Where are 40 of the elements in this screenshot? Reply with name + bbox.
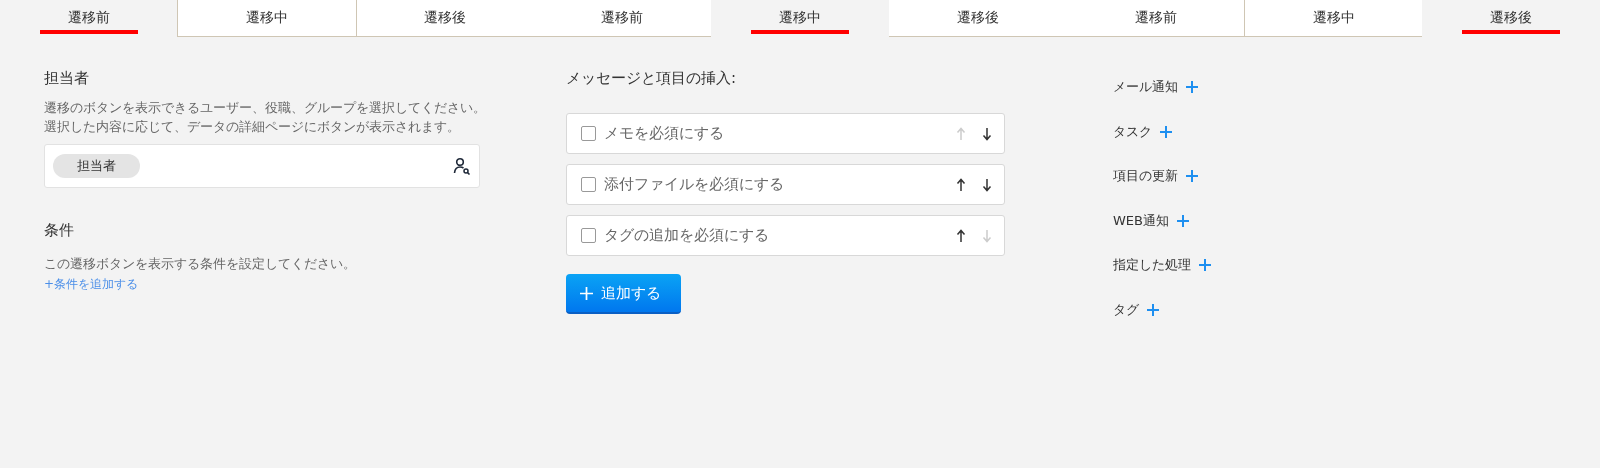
down-arrow-icon[interactable] <box>982 177 992 192</box>
tab[interactable]: 遷移前 <box>533 0 712 37</box>
tab[interactable]: 遷移後 <box>355 0 534 37</box>
description: 遷移のボタンを表示できるユーザー、役職、グループを選択してください。選択した内容に応じて、データの詳細ページにボタンが表示されます。 <box>44 99 487 136</box>
action-label: 項目の更新 <box>1113 167 1178 186</box>
tab[interactable]: 遷移前 <box>0 0 178 37</box>
section-title: 担当者 <box>44 69 90 88</box>
up-arrow-icon[interactable] <box>956 228 966 243</box>
action-label: タスク <box>1113 122 1152 141</box>
option-label: メモを必須にする <box>604 124 725 143</box>
tab[interactable]: 遷移中 <box>1244 0 1423 37</box>
checkbox[interactable] <box>581 126 596 141</box>
tab[interactable]: 遷移後 <box>888 0 1067 37</box>
section-title: 条件 <box>44 221 75 240</box>
checkbox[interactable] <box>581 228 596 243</box>
action-label: 指定した処理 <box>1113 256 1191 275</box>
tab[interactable]: 遷移前 <box>1066 0 1245 37</box>
plus-icon <box>580 286 593 300</box>
add-icon[interactable] <box>1186 170 1198 183</box>
option-label: 添付ファイルを必須にする <box>604 175 785 194</box>
assignee-chip[interactable]: 担当者 <box>53 154 140 178</box>
action-label: WEB通知 <box>1113 211 1169 230</box>
add-icon[interactable] <box>1147 303 1159 316</box>
description: この遷移ボタンを表示する条件を設定してください。 <box>44 255 357 273</box>
add-icon[interactable] <box>1199 259 1211 272</box>
tab[interactable]: 遷移後 <box>1422 0 1600 37</box>
assignee-field[interactable]: 担当者 <box>44 144 480 188</box>
down-arrow-icon[interactable] <box>982 126 992 141</box>
up-arrow-icon[interactable] <box>956 177 966 192</box>
add-icon[interactable] <box>1177 214 1189 227</box>
section-title: メッセージと項目の挿入: <box>566 69 738 88</box>
user-search-icon[interactable] <box>453 157 471 175</box>
tab[interactable]: 遷移中 <box>177 0 356 37</box>
action-label: タグ <box>1113 300 1139 319</box>
checkbox[interactable] <box>581 177 596 192</box>
add-icon[interactable] <box>1186 81 1198 94</box>
option-label: タグの追加を必須にする <box>604 226 770 245</box>
add-icon[interactable] <box>1160 125 1172 138</box>
tab[interactable]: 遷移中 <box>711 0 889 37</box>
action-label: メール通知 <box>1113 78 1178 97</box>
